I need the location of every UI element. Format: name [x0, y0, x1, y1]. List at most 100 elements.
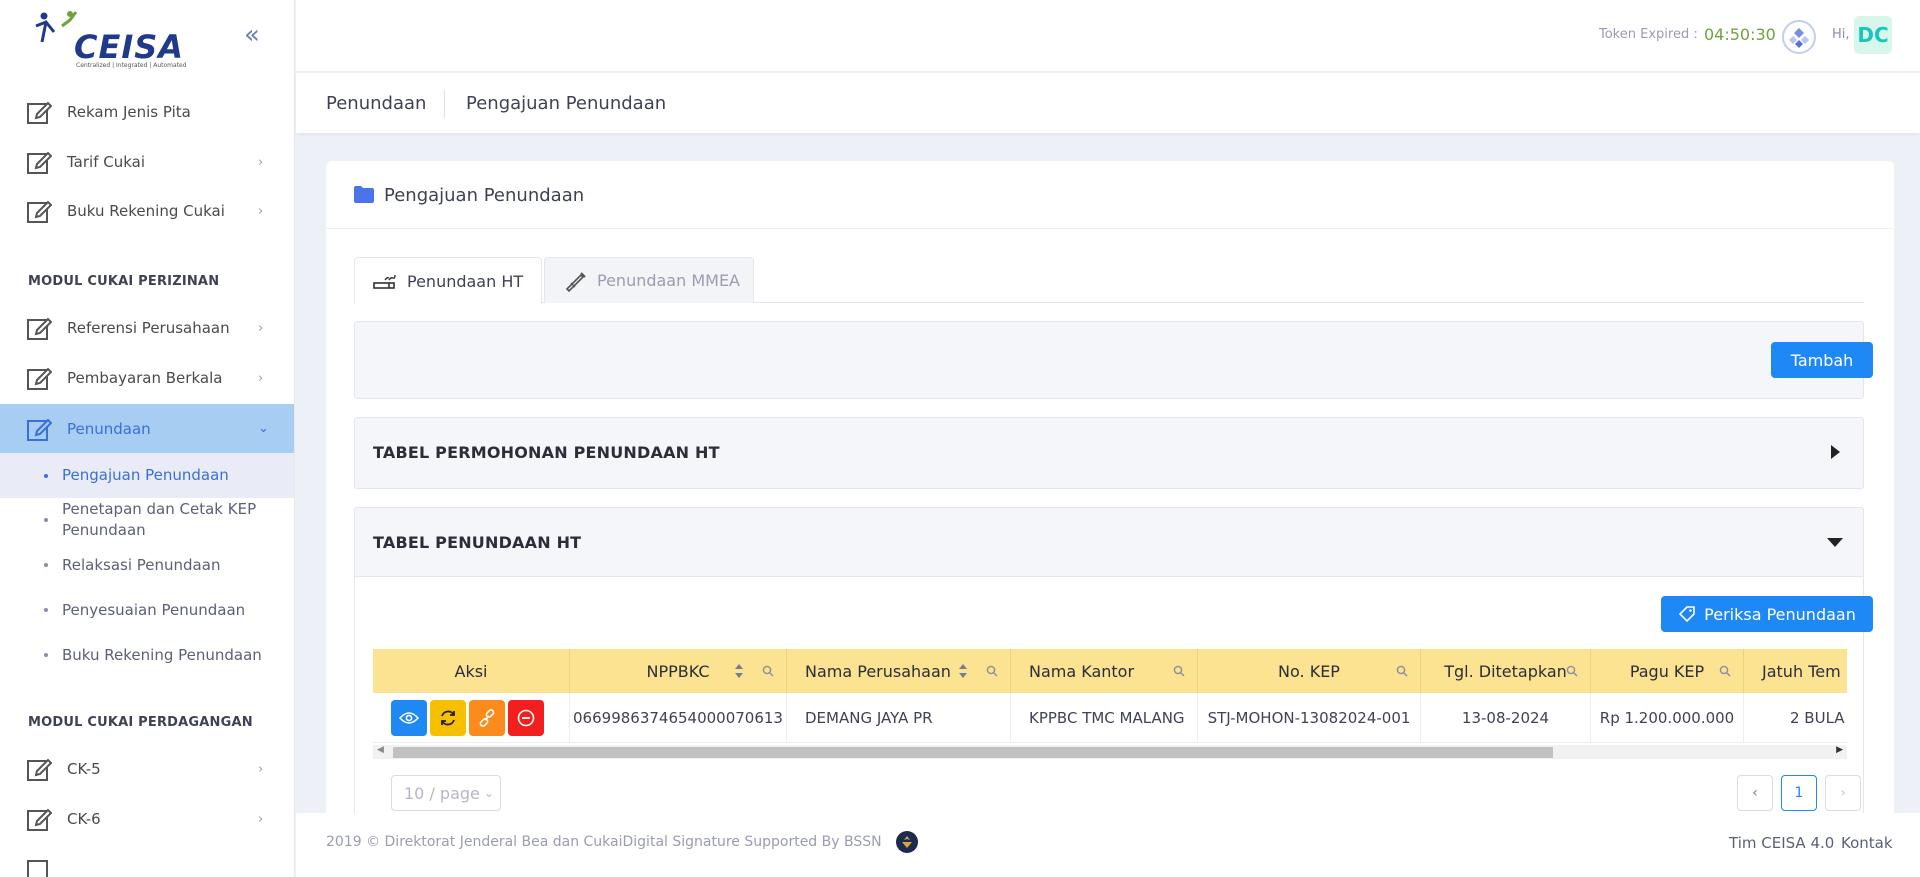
bullet-icon — [44, 518, 48, 522]
user-avatar[interactable]: DC — [1854, 16, 1892, 54]
footer-copyright: 2019 © Direktorat Jenderal Bea dan Cukai… — [326, 834, 882, 850]
col-no-kep[interactable]: No. KEP — [1198, 649, 1421, 693]
search-icon[interactable] — [1566, 665, 1578, 677]
scrollbar-thumb[interactable] — [393, 747, 1553, 758]
accordion-permohonan[interactable]: TABEL PERMOHONAN PENUNDAAN HT — [354, 417, 1864, 489]
tab-penundaan-ht[interactable]: Penundaan HT — [354, 257, 542, 304]
prev-page-button[interactable]: ‹ — [1737, 775, 1773, 811]
refresh-icon — [441, 710, 455, 726]
footer-link-kontak[interactable]: Kontak — [1841, 834, 1893, 852]
col-nppbkc[interactable]: NPPBKC — [570, 649, 787, 693]
edit-icon — [27, 418, 52, 441]
sidebar-item-pembayaran-berkala[interactable]: Pembayaran Berkala › — [0, 355, 294, 401]
sidebar-item-ck-6[interactable]: CK-6 › — [0, 796, 294, 842]
sidebar-item-label: Tarif Cukai — [67, 153, 146, 171]
folder-icon — [354, 186, 374, 203]
breadcrumb-parent[interactable]: Penundaan — [326, 93, 426, 114]
breadcrumb-divider — [444, 90, 445, 118]
card-title: Pengajuan Penundaan — [384, 185, 585, 206]
search-icon[interactable] — [1173, 665, 1185, 677]
caret-down-icon[interactable] — [1825, 532, 1845, 552]
col-jatuh-tempo[interactable]: Jatuh Tem — [1744, 649, 1847, 693]
bullet-icon — [44, 473, 48, 478]
sidebar-item-label: CK-5 — [67, 760, 101, 778]
cell-nama-kantor: KPPBC TMC MALANG — [1011, 693, 1198, 743]
edit-icon — [27, 860, 48, 877]
col-nama-kantor[interactable]: Nama Kantor — [1011, 649, 1198, 693]
search-icon[interactable] — [762, 665, 774, 677]
link-icon — [479, 709, 495, 727]
footer-link-tim-ceisa[interactable]: Tim CEISA 4.0 — [1729, 834, 1834, 852]
sidebar-item-tarif-cukai[interactable]: Tarif Cukai › — [0, 139, 294, 185]
chevron-right-icon: › — [258, 370, 264, 386]
periksa-penundaan-button[interactable]: Periksa Penundaan — [1661, 596, 1873, 632]
chevron-right-icon: › — [258, 154, 264, 170]
sidebar-item-partial[interactable] — [0, 846, 294, 877]
refresh-token-icon[interactable] — [1782, 20, 1816, 54]
token-countdown: 04:50:30 — [1704, 25, 1776, 44]
col-nama-perusahaan[interactable]: Nama Perusahaan — [787, 649, 1011, 693]
accordion-title[interactable]: TABEL PENUNDAAN HT — [373, 533, 581, 552]
logo-text: CEISA — [74, 28, 185, 66]
sidebar-subitem-penyesuaian-penundaan[interactable]: Penyesuaian Penundaan — [0, 593, 294, 627]
sort-icon[interactable] — [734, 663, 744, 679]
main-card: Pengajuan Penundaan Penundaan HT Penunda… — [326, 161, 1894, 861]
breadcrumb: Penundaan Pengajuan Penundaan — [296, 73, 1920, 133]
tab-label: Penundaan MMEA — [597, 271, 740, 290]
link-button[interactable] — [469, 700, 505, 736]
col-aksi: Aksi — [373, 649, 570, 693]
ceisa-logo[interactable]: CEISA Centralized | Integrated | Automat… — [32, 8, 187, 69]
scroll-right-icon[interactable]: ▶ — [1836, 745, 1843, 755]
sidebar-subitem-relaksasi-penundaan[interactable]: Relaksasi Penundaan — [0, 548, 294, 582]
page-1-button[interactable]: 1 — [1781, 775, 1817, 811]
cell-pagu-kep: Rp 1.200.000.000 — [1591, 693, 1744, 743]
eye-icon — [399, 712, 419, 724]
collapse-sidebar-icon[interactable]: « — [244, 22, 268, 48]
sidebar-item-referensi-perusahaan[interactable]: Referensi Perusahaan › — [0, 305, 294, 351]
sidebar-item-label: Referensi Perusahaan — [67, 319, 230, 337]
sidebar-subitem-pengajuan-penundaan[interactable]: Pengajuan Penundaan — [0, 453, 294, 498]
subitem-label: Pengajuan Penundaan — [62, 466, 229, 484]
search-icon[interactable] — [986, 665, 998, 677]
tab-penundaan-mmea[interactable]: Penundaan MMEA — [544, 257, 754, 303]
horizontal-scrollbar[interactable]: ◀ ▶ — [373, 745, 1847, 759]
tambah-button[interactable]: Tambah — [1771, 342, 1873, 378]
minus-circle-icon — [517, 709, 535, 727]
sidebar-item-label: Pembayaran Berkala — [67, 369, 223, 387]
page-size-select[interactable]: 10 / page ⌄ — [391, 775, 501, 811]
search-icon[interactable] — [1396, 665, 1408, 677]
sidebar-item-ck-5[interactable]: CK-5 › — [0, 746, 294, 792]
sidebar-item-label: CK-6 — [67, 810, 101, 828]
tab-label: Penundaan HT — [407, 271, 524, 291]
sidebar-item-rekam-jenis-pita[interactable]: Rekam Jenis Pita — [0, 89, 294, 135]
chevron-right-icon: › — [258, 811, 264, 827]
col-tgl-ditetapkan[interactable]: Tgl. Ditetapkan — [1421, 649, 1591, 693]
delete-button[interactable] — [508, 700, 544, 736]
accordion-title: TABEL PERMOHONAN PENUNDAAN HT — [373, 443, 720, 462]
bullet-icon — [44, 608, 48, 612]
search-icon[interactable] — [1719, 665, 1731, 677]
chevron-down-icon: ⌄ — [483, 786, 494, 800]
caret-right-icon — [1831, 445, 1840, 459]
refresh-button[interactable] — [430, 700, 466, 736]
chevron-right-icon: › — [258, 203, 264, 219]
sidebar-item-buku-rekening-cukai[interactable]: Buku Rekening Cukai › — [0, 188, 294, 234]
tag-icon — [1679, 606, 1695, 623]
table-header: Aksi NPPBKC Nama Perusahaan Nama Kantor … — [373, 649, 1847, 693]
logo-tagline: Centralized | Integrated | Automated — [76, 62, 187, 69]
sidebar-subitem-penetapan-cetak-kep[interactable]: Penetapan dan Cetak KEP Penundaan — [0, 498, 294, 542]
page-size-value: 10 / page — [404, 783, 480, 803]
scroll-left-icon[interactable]: ◀ — [377, 745, 384, 755]
sidebar-item-penundaan[interactable]: Penundaan ⌄ — [0, 404, 294, 453]
next-page-button[interactable]: › — [1825, 775, 1861, 811]
sidebar-subitem-buku-rekening-penundaan[interactable]: Buku Rekening Penundaan — [0, 638, 294, 672]
bullet-icon — [44, 653, 48, 657]
sidebar: CEISA Centralized | Integrated | Automat… — [0, 0, 295, 877]
col-pagu-kep[interactable]: Pagu KEP — [1591, 649, 1744, 693]
sort-icon[interactable] — [958, 663, 968, 679]
edit-icon — [27, 758, 52, 781]
chevron-right-icon: › — [258, 761, 264, 777]
edit-icon — [27, 317, 52, 340]
sidebar-item-label: Penundaan — [67, 419, 151, 438]
view-button[interactable] — [391, 700, 427, 736]
